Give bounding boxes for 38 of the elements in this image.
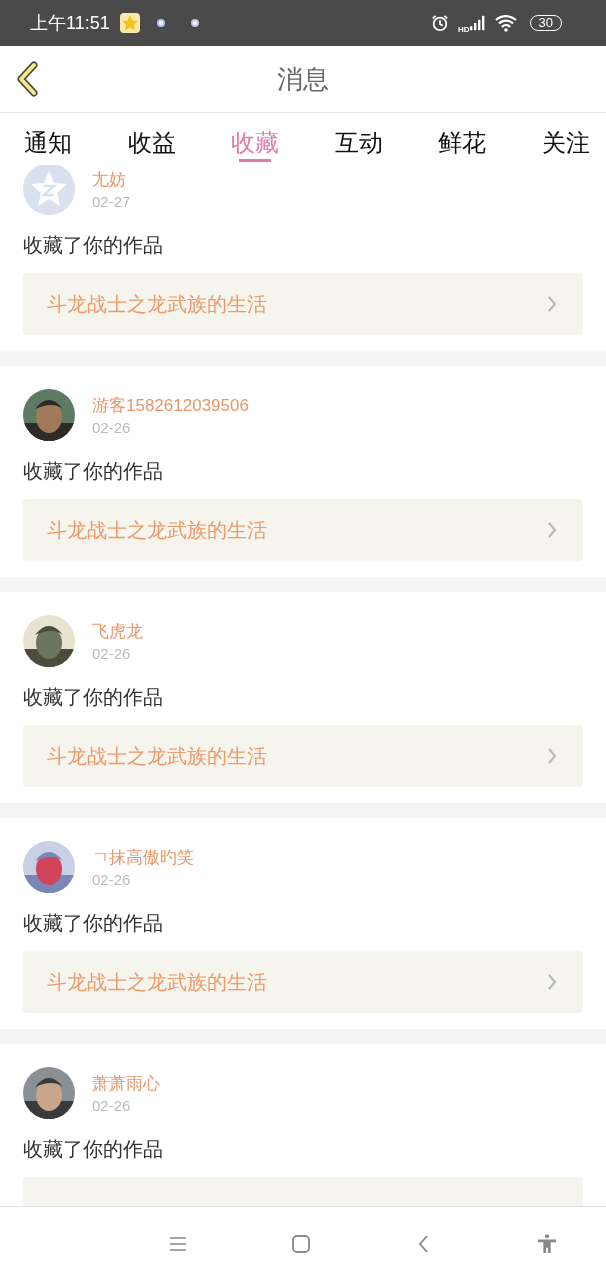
- network-label: HD: [457, 24, 470, 34]
- message-text: 收藏了你的作品: [23, 911, 164, 936]
- user-name[interactable]: 尢妨: [92, 168, 131, 191]
- message-date: 02-27: [92, 193, 131, 210]
- home-icon[interactable]: [291, 1233, 311, 1254]
- signal-icon: [469, 15, 486, 31]
- message-text: 收藏了你的作品: [23, 233, 164, 258]
- notification-dot-icon: [155, 18, 166, 28]
- wifi-icon: [493, 14, 518, 32]
- user-name[interactable]: 萧萧雨心: [92, 1072, 160, 1095]
- notification-dot-icon: [189, 18, 200, 28]
- message-text: 收藏了你的作品: [23, 685, 164, 710]
- page-title: 消息: [277, 62, 329, 96]
- tab[interactable]: 互动: [322, 113, 395, 165]
- status-time: 上午11:51: [30, 12, 110, 35]
- chevron-right-icon: [547, 973, 557, 991]
- tab[interactable]: 通知: [12, 113, 84, 165]
- message-date: 02-26: [92, 1097, 132, 1114]
- message-date: 02-26: [92, 871, 132, 888]
- user-name[interactable]: 飞虎龙: [92, 620, 143, 643]
- tab[interactable]: 鲜花: [426, 113, 499, 165]
- message-text: 收藏了你的作品: [23, 1137, 164, 1162]
- message-date: 02-26: [92, 419, 132, 436]
- message-text: 收藏了你的作品: [23, 459, 164, 484]
- work-link[interactable]: 斗龙战士之龙武族的生活: [23, 273, 583, 335]
- chevron-right-icon: [547, 521, 557, 539]
- tab[interactable]: 收益: [115, 113, 188, 165]
- chevron-right-icon: [547, 747, 557, 765]
- tab[interactable]: 关注: [529, 113, 602, 165]
- message-date: 02-26: [92, 645, 132, 662]
- user-name[interactable]: ㄱ抹高傲旳笑: [92, 846, 194, 869]
- chevron-right-icon: [547, 295, 557, 313]
- accessibility-icon[interactable]: [537, 1233, 557, 1254]
- work-link[interactable]: 斗龙战士之龙武族的生活: [23, 725, 583, 787]
- star-badge-icon: [119, 13, 140, 33]
- user-name[interactable]: 游客1582612039506: [92, 394, 249, 417]
- work-link[interactable]: 斗龙战士之龙武族的生活: [23, 499, 583, 561]
- work-link[interactable]: 斗龙战士之龙武族的生活: [23, 951, 583, 1013]
